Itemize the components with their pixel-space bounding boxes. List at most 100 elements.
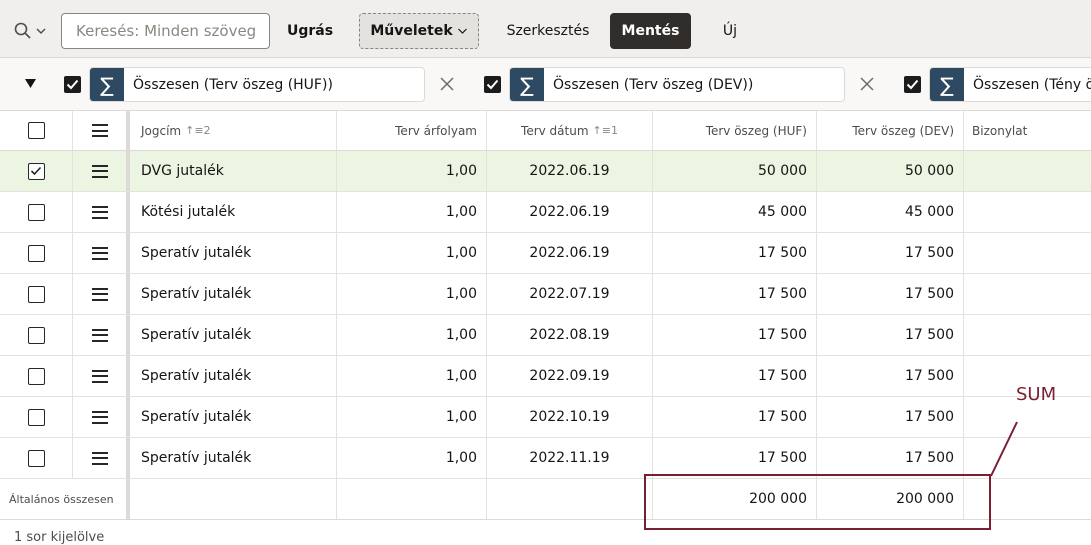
search-input[interactable]	[61, 13, 270, 49]
row-select-checkbox[interactable]	[27, 408, 45, 426]
cell-terv-oszeg-huf[interactable]: 17 500	[653, 356, 817, 396]
cell-jogcim[interactable]: Kötési jutalék	[130, 192, 337, 232]
cell-terv-datum[interactable]: 2022.10.19	[487, 397, 653, 437]
table-row[interactable]: Speratív jutalék 1,00 2022.08.19 17 500 17 5…	[0, 315, 1091, 356]
table-row[interactable]: Speratív jutalék 1,00 2022.11.19 17 500 17 5…	[0, 438, 1091, 479]
row-select-cell[interactable]	[0, 438, 73, 478]
search-options-button[interactable]	[14, 18, 52, 44]
edit-button[interactable]: Szerkesztés	[500, 13, 596, 49]
collapse-triangle-icon[interactable]	[24, 78, 37, 89]
aggregate-toggle-checkbox[interactable]	[484, 76, 501, 93]
cell-jogcim[interactable]: Speratív jutalék	[130, 397, 337, 437]
row-actions-cell[interactable]	[73, 397, 130, 437]
row-actions-cell[interactable]	[73, 151, 130, 191]
row-select-checkbox[interactable]	[27, 326, 45, 344]
cell-terv-arfolyam[interactable]: 1,00	[337, 397, 487, 437]
cell-jogcim[interactable]: Speratív jutalék	[130, 438, 337, 478]
cell-bizonylat[interactable]	[964, 233, 1091, 273]
row-select-checkbox[interactable]	[27, 449, 45, 467]
cell-jogcim[interactable]: Speratív jutalék	[130, 315, 337, 355]
cell-bizonylat[interactable]	[964, 438, 1091, 478]
table-row[interactable]: Speratív jutalék 1,00 2022.09.19 17 500 17 5…	[0, 356, 1091, 397]
row-select-cell[interactable]	[0, 356, 73, 396]
row-select-checkbox[interactable]	[27, 244, 45, 262]
row-select-checkbox[interactable]	[27, 162, 45, 180]
column-header-terv-oszeg-huf[interactable]: Terv öszeg (HUF)	[653, 111, 817, 150]
table-row[interactable]: DVG jutalék 1,00 2022.06.19 50 000 50 000	[0, 151, 1091, 192]
new-button[interactable]: Új	[708, 13, 752, 49]
row-actions-cell[interactable]	[73, 438, 130, 478]
cell-terv-datum[interactable]: 2022.06.19	[487, 233, 653, 273]
cell-terv-arfolyam[interactable]: 1,00	[337, 438, 487, 478]
row-select-checkbox[interactable]	[27, 367, 45, 385]
row-actions-cell[interactable]	[73, 192, 130, 232]
table-row[interactable]: Kötési jutalék 1,00 2022.06.19 45 000 45 000	[0, 192, 1091, 233]
cell-terv-oszeg-huf[interactable]: 17 500	[653, 274, 817, 314]
cell-terv-oszeg-huf[interactable]: 17 500	[653, 438, 817, 478]
cell-terv-oszeg-dev[interactable]: 45 000	[817, 192, 964, 232]
row-select-cell[interactable]	[0, 274, 73, 314]
aggregate-chip[interactable]: ∑ Összesen (Terv öszeg (HUF))	[89, 67, 425, 102]
cell-jogcim[interactable]: Speratív jutalék	[130, 233, 337, 273]
column-header-jogcim[interactable]: Jogcím ↑≡2	[130, 111, 337, 150]
table-row[interactable]: Speratív jutalék 1,00 2022.10.19 17 500 17 5…	[0, 397, 1091, 438]
table-row[interactable]: Speratív jutalék 1,00 2022.07.19 17 500 17 5…	[0, 274, 1091, 315]
cell-terv-oszeg-dev[interactable]: 17 500	[817, 397, 964, 437]
save-button[interactable]: Mentés	[610, 13, 691, 49]
goto-button[interactable]: Ugrás	[280, 13, 340, 49]
cell-terv-oszeg-dev[interactable]: 17 500	[817, 274, 964, 314]
cell-bizonylat[interactable]	[964, 192, 1091, 232]
cell-terv-datum[interactable]: 2022.11.19	[487, 438, 653, 478]
cell-terv-oszeg-dev[interactable]: 17 500	[817, 438, 964, 478]
cell-terv-oszeg-dev[interactable]: 17 500	[817, 356, 964, 396]
row-select-cell[interactable]	[0, 315, 73, 355]
table-row[interactable]: Speratív jutalék 1,00 2022.06.19 17 500 17 5…	[0, 233, 1091, 274]
row-select-cell[interactable]	[0, 151, 73, 191]
row-select-cell[interactable]	[0, 397, 73, 437]
cell-terv-arfolyam[interactable]: 1,00	[337, 356, 487, 396]
cell-terv-arfolyam[interactable]: 1,00	[337, 274, 487, 314]
cell-jogcim[interactable]: DVG jutalék	[130, 151, 337, 191]
aggregate-toggle-checkbox[interactable]	[904, 76, 921, 93]
cell-bizonylat[interactable]	[964, 274, 1091, 314]
actions-menu-button[interactable]: Műveletek	[359, 13, 479, 49]
cell-terv-datum[interactable]: 2022.08.19	[487, 315, 653, 355]
aggregate-chip[interactable]: ∑ Összesen (Tény öss	[929, 67, 1091, 102]
cell-terv-datum[interactable]: 2022.09.19	[487, 356, 653, 396]
row-select-cell[interactable]	[0, 192, 73, 232]
row-select-checkbox[interactable]	[27, 285, 45, 303]
column-header-terv-datum[interactable]: Terv dátum ↑≡1	[487, 111, 653, 150]
aggregate-chip[interactable]: ∑ Összesen (Terv öszeg (DEV))	[509, 67, 845, 102]
cell-terv-datum[interactable]: 2022.06.19	[487, 151, 653, 191]
close-icon[interactable]	[858, 75, 876, 93]
column-header-terv-arfolyam[interactable]: Terv árfolyam	[337, 111, 487, 150]
cell-terv-datum[interactable]: 2022.06.19	[487, 192, 653, 232]
row-select-cell[interactable]	[0, 233, 73, 273]
column-header-terv-oszeg-dev[interactable]: Terv öszeg (DEV)	[817, 111, 964, 150]
close-icon[interactable]	[438, 75, 456, 93]
row-actions-cell[interactable]	[73, 233, 130, 273]
cell-jogcim[interactable]: Speratív jutalék	[130, 274, 337, 314]
cell-terv-arfolyam[interactable]: 1,00	[337, 151, 487, 191]
cell-terv-arfolyam[interactable]: 1,00	[337, 192, 487, 232]
column-header-bizonylat[interactable]: Bizonylat	[964, 111, 1091, 150]
row-actions-cell[interactable]	[73, 274, 130, 314]
cell-terv-oszeg-dev[interactable]: 17 500	[817, 315, 964, 355]
cell-terv-oszeg-dev[interactable]: 50 000	[817, 151, 964, 191]
cell-terv-oszeg-huf[interactable]: 17 500	[653, 233, 817, 273]
cell-bizonylat[interactable]	[964, 151, 1091, 191]
cell-terv-oszeg-huf[interactable]: 17 500	[653, 397, 817, 437]
cell-jogcim[interactable]: Speratív jutalék	[130, 356, 337, 396]
cell-terv-arfolyam[interactable]: 1,00	[337, 315, 487, 355]
cell-terv-oszeg-huf[interactable]: 50 000	[653, 151, 817, 191]
row-actions-header[interactable]	[73, 111, 130, 150]
aggregate-toggle-checkbox[interactable]	[64, 76, 81, 93]
row-actions-cell[interactable]	[73, 315, 130, 355]
cell-terv-oszeg-dev[interactable]: 17 500	[817, 233, 964, 273]
cell-terv-arfolyam[interactable]: 1,00	[337, 233, 487, 273]
cell-bizonylat[interactable]	[964, 315, 1091, 355]
cell-terv-oszeg-huf[interactable]: 17 500	[653, 315, 817, 355]
select-all-cell[interactable]	[0, 111, 73, 150]
cell-terv-datum[interactable]: 2022.07.19	[487, 274, 653, 314]
select-all-checkbox[interactable]	[27, 122, 45, 139]
